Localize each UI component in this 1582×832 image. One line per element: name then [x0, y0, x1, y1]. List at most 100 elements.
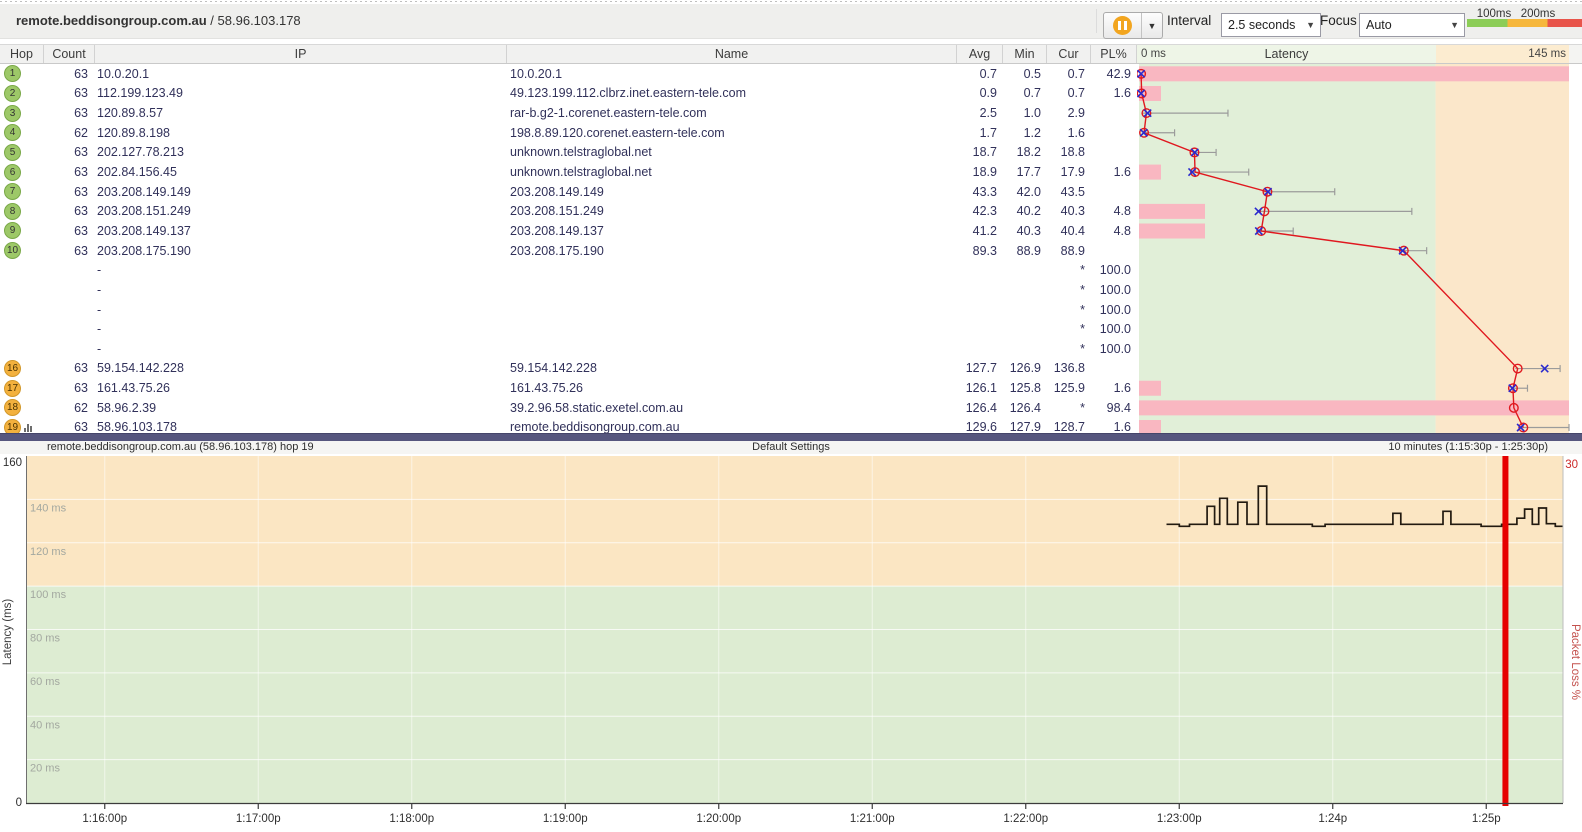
cell-pl: 1.6: [1091, 378, 1137, 398]
cell-min: 0.7: [1003, 84, 1047, 104]
hop-number-badge: 5: [4, 144, 21, 161]
cell-count: [44, 280, 95, 300]
cell-min: [1003, 319, 1047, 339]
gridline-label: 60 ms: [30, 676, 60, 688]
focus-select[interactable]: Auto ▼: [1359, 13, 1465, 37]
cell-min: 1.0: [1003, 103, 1047, 123]
hop-number-badge: 6: [4, 164, 21, 181]
cell-avg: [957, 319, 1003, 339]
cell-name: 49.123.199.112.clbrz.inet.eastern-tele.c…: [507, 84, 957, 104]
hop-number-badge: 4: [4, 124, 21, 141]
cell-ip: 120.89.8.198: [95, 123, 507, 143]
pause-icon: [1113, 16, 1132, 35]
target-separator: /: [207, 13, 218, 28]
cell-count: 63: [44, 378, 95, 398]
cell-hop: 2: [0, 84, 44, 104]
focus-value: Auto: [1366, 18, 1392, 32]
cell-min: [1003, 280, 1047, 300]
cell-avg: 42.3: [957, 201, 1003, 221]
cell-cur: 18.8: [1047, 143, 1091, 163]
pause-button[interactable]: [1104, 13, 1142, 38]
pause-menu-button[interactable]: ▼: [1142, 13, 1162, 38]
cell-hop: 10: [0, 241, 44, 261]
cell-count: 62: [44, 398, 95, 418]
cell-min: 18.2: [1003, 143, 1047, 163]
cell-pl: [1091, 241, 1137, 261]
x-axis-label: 1:25p: [1472, 813, 1501, 825]
cell-pl: 42.9: [1091, 64, 1137, 84]
cell-min: 42.0: [1003, 182, 1047, 202]
cell-hop: [0, 300, 44, 320]
gridline-label: 140 ms: [30, 502, 67, 514]
latency-color-legend: [1467, 19, 1582, 27]
pane-splitter[interactable]: [0, 433, 1582, 441]
packet-loss-bar: [1139, 165, 1161, 180]
cell-hop: 8: [0, 201, 44, 221]
target-hostname: remote.beddisongroup.com.au: [16, 13, 207, 28]
cell-name: 203.208.149.137: [507, 221, 957, 241]
cell-cur: 40.3: [1047, 201, 1091, 221]
cell-hop: [0, 319, 44, 339]
hop-number-badge: 8: [4, 203, 21, 220]
cell-avg: 0.7: [957, 64, 1003, 84]
cell-name: 203.208.175.190: [507, 241, 957, 261]
cell-ip: 203.208.149.137: [95, 221, 507, 241]
hop-number-badge: 18: [4, 399, 21, 416]
cell-count: 63: [44, 162, 95, 182]
cell-avg: [957, 260, 1003, 280]
hop-number-badge: 19: [4, 419, 21, 433]
pause-split-button[interactable]: ▼: [1103, 12, 1163, 39]
cell-ip: 203.208.151.249: [95, 201, 507, 221]
cell-avg: 126.4: [957, 398, 1003, 418]
cell-cur: 125.9: [1047, 378, 1091, 398]
cell-cur: 88.9: [1047, 241, 1091, 261]
cell-min: 1.2: [1003, 123, 1047, 143]
cell-pl: 1.6: [1091, 162, 1137, 182]
col-header-avg: Avg: [957, 45, 1003, 63]
cell-ip: 161.43.75.26: [95, 378, 507, 398]
packet-loss-event-bar: [1502, 456, 1508, 806]
focus-label: Focus: [1320, 4, 1357, 38]
timeline-settings-label: Default Settings: [0, 441, 1582, 454]
target-ip: 58.96.103.178: [218, 13, 301, 28]
cell-min: 88.9: [1003, 241, 1047, 261]
packet-loss-bar: [1139, 66, 1569, 81]
cell-name: unknown.telstraglobal.net: [507, 143, 957, 163]
x-axis-label: 1:23:00p: [1157, 813, 1202, 825]
cell-min: 125.8: [1003, 378, 1047, 398]
cell-name: [507, 300, 957, 320]
cell-name: 161.43.75.26: [507, 378, 957, 398]
cell-count: [44, 260, 95, 280]
cell-name: remote.beddisongroup.com.au: [507, 418, 957, 433]
gridline-label: 120 ms: [30, 546, 67, 558]
chevron-down-icon: ▼: [1148, 21, 1157, 31]
cell-name: 203.208.149.149: [507, 182, 957, 202]
toolbar: remote.beddisongroup.com.au / 58.96.103.…: [0, 4, 1582, 39]
col-header-name: Name: [507, 45, 957, 63]
x-axis-label: 1:24p: [1318, 813, 1347, 825]
cell-min: [1003, 260, 1047, 280]
cell-min: 127.9: [1003, 418, 1047, 433]
x-axis-label: 1:17:00p: [236, 813, 281, 825]
hop-latency-graph[interactable]: [1137, 64, 1582, 433]
latency-timeline-chart[interactable]: 140 ms120 ms100 ms80 ms60 ms40 ms20 ms1:…: [0, 454, 1582, 832]
interval-select[interactable]: 2.5 seconds ▼: [1221, 13, 1321, 37]
cell-count: 63: [44, 84, 95, 104]
x-axis-label: 1:16:00p: [82, 813, 127, 825]
cell-name: [507, 339, 957, 359]
y-axis-max-label: 160: [3, 457, 22, 469]
cell-count: 63: [44, 182, 95, 202]
table-header: Hop Count IP Name Avg Min Cur PL% 0 ms L…: [0, 44, 1582, 64]
cell-name: [507, 280, 957, 300]
cell-avg: 129.6: [957, 418, 1003, 433]
cell-cur: *: [1047, 319, 1091, 339]
cell-cur: *: [1047, 339, 1091, 359]
gridline-label: 80 ms: [30, 633, 60, 645]
cell-hop: 4: [0, 123, 44, 143]
cell-cur: *: [1047, 280, 1091, 300]
cell-avg: 89.3: [957, 241, 1003, 261]
cell-count: 63: [44, 418, 95, 433]
cell-min: 126.4: [1003, 398, 1047, 418]
cell-ip: -: [95, 319, 507, 339]
cell-count: 63: [44, 143, 95, 163]
